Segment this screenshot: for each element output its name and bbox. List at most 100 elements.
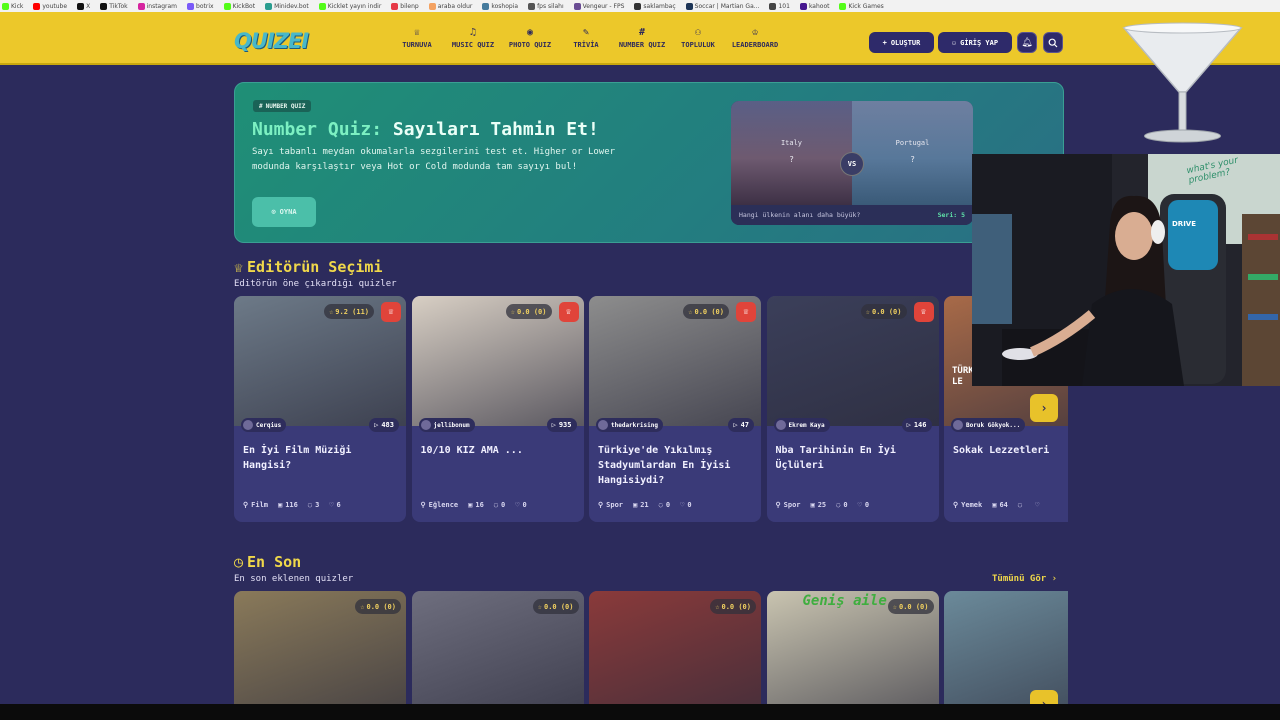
- bookmark-item[interactable]: kahoot: [799, 2, 829, 10]
- quiz-card-meta: ⚲ Film ▣ 116 ◌ 3 ♡ 6: [243, 501, 403, 509]
- bookmark-label: instagram: [146, 2, 178, 10]
- bookmark-favicon-icon: [223, 2, 231, 10]
- meta-questions: ▣ 64: [992, 501, 1008, 509]
- bookmark-item[interactable]: bilenp: [391, 2, 419, 10]
- chat-icon: ✎: [582, 27, 590, 38]
- bookmark-favicon-icon: [100, 2, 108, 10]
- quiz-card[interactable]: ☆ 0.0 (0) ♕ thedarkrising ▷ 47 Türkiye'de Yıkı…: [589, 296, 761, 522]
- meta-questions: ▣ 25: [811, 501, 827, 509]
- author-chip[interactable]: thedarkrising: [596, 418, 663, 432]
- bookmark-item[interactable]: fps silahı: [528, 2, 564, 10]
- bell-icon: 🔔︎: [1021, 37, 1033, 48]
- bookmark-item[interactable]: Kick Games: [839, 2, 884, 10]
- bookmark-item[interactable]: botrix: [187, 2, 214, 10]
- meta-likes: ♡ 0: [680, 501, 691, 509]
- bookmark-item[interactable]: Vengeur - FPS: [573, 2, 625, 10]
- hash-icon: #: [638, 27, 646, 38]
- meta-likes: ♡ 6: [329, 501, 340, 509]
- site-logo[interactable]: QUIZEI: [234, 29, 309, 53]
- play-count-value: 935: [558, 421, 572, 429]
- nav-item-leaderboard[interactable]: ♔ LEADERBOARD: [715, 28, 795, 50]
- bookmark-item[interactable]: Minidev.bot: [265, 2, 309, 10]
- quiz-card[interactable]: ☆ 0.0 (0) ♕ Ekrem Kaya ▷ 146 Nba Tarihinin En …: [766, 296, 939, 522]
- author-chip[interactable]: Ekrem Kaya: [773, 418, 830, 432]
- bookmark-item[interactable]: youtube: [33, 2, 67, 10]
- bookmark-favicon-icon: [799, 2, 807, 10]
- login-button[interactable]: ⚇ GİRİŞ YAP: [938, 32, 1012, 53]
- bookmark-item[interactable]: Soccar | Martian Ga...: [685, 2, 759, 10]
- higher-lower-preview[interactable]: Italy ? Portugal ? VS Hangi ülkenin alan…: [731, 101, 973, 225]
- tag-icon: ⚲: [953, 501, 959, 509]
- bookmark-favicon-icon: [265, 2, 273, 10]
- meta-comments: ◌ 3: [308, 501, 319, 509]
- country-name-right: Portugal: [895, 139, 930, 147]
- meta-questions: ▣ 21: [633, 501, 649, 509]
- quiz-card[interactable]: ☆ 0.0 (0): [411, 591, 584, 704]
- meta-category: ⚲ Yemek: [953, 501, 982, 509]
- bookmark-item[interactable]: instagram: [137, 2, 178, 10]
- meta-category: ⚲ Spor: [776, 501, 801, 509]
- quiz-card-image-text: Geniş aile: [802, 593, 887, 609]
- see-all-link[interactable]: Tümünü Gör ›: [992, 574, 1057, 584]
- meta-comments: ◌: [1018, 501, 1025, 509]
- rating-badge: ☆ 0.0 (0): [710, 599, 756, 614]
- layers-icon: ▣: [633, 501, 638, 509]
- meta-likes: ♡ 0: [858, 501, 869, 509]
- author-chip[interactable]: Boruk Gökyok...: [951, 418, 1026, 432]
- bookmark-label: saklambaç: [643, 2, 676, 10]
- search-button[interactable]: [1043, 32, 1063, 53]
- play-count: ▷ 146: [901, 418, 932, 432]
- heart-icon: ♡: [515, 501, 520, 509]
- quiz-card-title: Nba Tarihinin En İyi Üçlüleri: [775, 445, 896, 471]
- quiz-card-image: [766, 296, 939, 426]
- play-circle-icon: ⊙: [271, 208, 276, 216]
- quiz-card[interactable]: ☆ 0.0 (0) ♕ jellibonum ▷ 935 10/10 KIZ AMA ...…: [411, 296, 584, 522]
- tag-icon: ⚲: [598, 501, 604, 509]
- nav-item-label: TOPLULUK: [681, 41, 715, 49]
- quiz-card[interactable]: ☆ 9.2 (11) ♕ Cerqius ▷ 483 En İyi Film Müziği …: [234, 296, 406, 522]
- bookmark-item[interactable]: TikTok: [100, 2, 128, 10]
- quiz-card[interactable]: ☆ 0.0 (0): [589, 591, 761, 704]
- country-image-right: Portugal ?: [852, 101, 973, 205]
- bookmark-item[interactable]: araba oldur: [428, 2, 472, 10]
- bookmark-item[interactable]: saklambaç: [634, 2, 676, 10]
- meta-likes-value: 0: [687, 501, 692, 509]
- bookmark-item[interactable]: Kicklet yayın indir: [318, 2, 381, 10]
- bookmark-item[interactable]: 101: [769, 2, 790, 10]
- latest-subtitle: En son eklenen quizler: [234, 574, 354, 584]
- latest-title: ◷ En Son: [234, 553, 301, 571]
- comment-icon: ◌: [493, 501, 499, 509]
- author-chip[interactable]: jellibonum: [418, 418, 475, 432]
- meta-category: ⚲ Film: [243, 501, 268, 509]
- meta-comments-value: 0: [501, 501, 506, 509]
- bookmark-label: Vengeur - FPS: [582, 2, 625, 10]
- tag-icon: ⚲: [243, 501, 249, 509]
- layers-icon: ▣: [468, 501, 473, 509]
- taskbar-strip: [0, 704, 1280, 720]
- webcam-scene: [972, 154, 1280, 386]
- hash-icon: #: [259, 102, 263, 110]
- bookmark-item[interactable]: Kick: [2, 2, 23, 10]
- play-button[interactable]: ⊙ OYNA: [252, 197, 316, 227]
- bookmark-item[interactable]: X: [77, 2, 90, 10]
- author-name: Ekrem Kaya: [788, 421, 825, 429]
- quiz-card[interactable]: ☆ 0.0 (0): [234, 591, 406, 704]
- bookmark-item[interactable]: koshopia: [482, 2, 518, 10]
- quiz-card[interactable]: Geniş aile ☆ 0.0 (0): [766, 591, 939, 704]
- rating-badge: ☆ 9.2 (11): [324, 304, 374, 319]
- author-name: Cerqius: [256, 421, 282, 429]
- rating-value: 0.0 (0): [721, 602, 751, 611]
- editors-next-button[interactable]: ›: [1030, 394, 1058, 422]
- quiz-card-title: Sokak Lezzetleri: [953, 445, 1050, 456]
- notification-button[interactable]: 🔔︎: [1017, 32, 1037, 53]
- editor-crown-icon: ♕: [558, 302, 579, 322]
- create-button[interactable]: + OLUŞTUR: [869, 32, 934, 53]
- rating-value: 0.0 (0): [543, 602, 574, 611]
- author-chip[interactable]: Cerqius: [241, 418, 287, 432]
- quiz-card-meta: ⚲ Eğlence ▣ 16 ◌ 0 ♡ 0: [421, 501, 581, 509]
- meta-likes: ♡ 0: [515, 501, 526, 509]
- tag-icon: ⚲: [775, 501, 781, 509]
- rating-badge: ☆ 0.0 (0): [683, 304, 729, 319]
- quiz-card[interactable]: [944, 591, 1068, 704]
- bookmark-item[interactable]: KickBot: [223, 2, 255, 10]
